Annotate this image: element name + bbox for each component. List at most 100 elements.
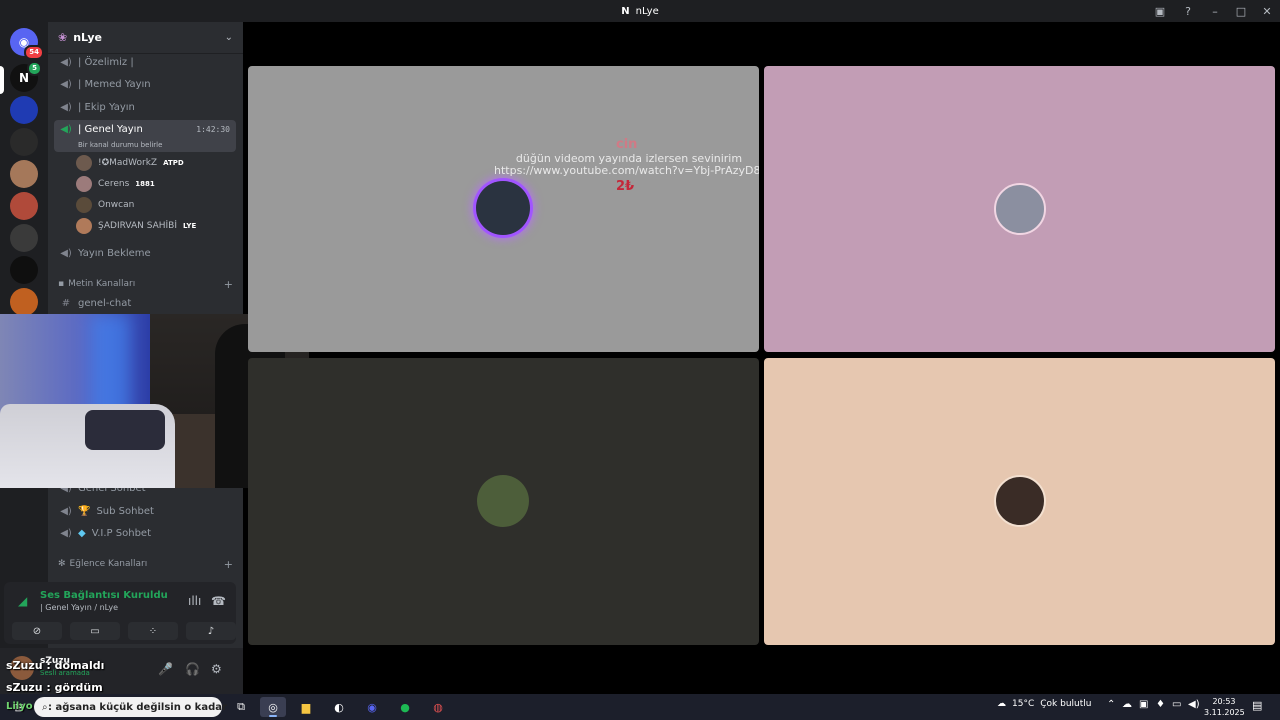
- voice-user[interactable]: Onwcan: [76, 195, 134, 215]
- active-server-pill: [0, 66, 4, 94]
- notification-icon[interactable]: ▤: [1252, 699, 1262, 712]
- channel-yayin-bekleme[interactable]: ◀) Yayın Bekleme: [54, 243, 236, 263]
- speaker-icon: ◀): [60, 123, 72, 135]
- diamond-icon: ◆: [78, 527, 86, 539]
- volume-icon[interactable]: ◀): [1188, 699, 1200, 710]
- disconnect-icon[interactable]: ☎: [211, 594, 226, 608]
- server-icon[interactable]: [10, 224, 38, 252]
- screen-share-button[interactable]: ▭: [70, 622, 120, 640]
- server-icon[interactable]: [10, 192, 38, 220]
- voice-user[interactable]: ŞADIRVAN SAHİBİ LYE: [76, 216, 196, 236]
- channel-label: genel-chat: [78, 297, 132, 309]
- app-logo-icon: N: [621, 5, 630, 17]
- add-channel-icon[interactable]: +: [224, 278, 233, 291]
- activities-button[interactable]: ⁘: [128, 622, 178, 640]
- signal-icon[interactable]: ◢: [18, 594, 27, 608]
- voice-user-name: ŞADIRVAN SAHİBİ: [98, 221, 178, 231]
- avatar: [76, 218, 92, 234]
- help-icon[interactable]: ?: [1174, 0, 1202, 22]
- channel-label: | Ekip Yayın: [78, 101, 135, 113]
- home-discord-icon[interactable]: ◉ 54: [10, 28, 44, 60]
- server-icon[interactable]: [10, 256, 38, 284]
- channel-memed-yayin[interactable]: ◀) | Memed Yayın: [54, 74, 236, 94]
- webcam-pillow: [85, 410, 165, 450]
- channel-label: | Özelimiz |: [78, 56, 134, 68]
- voice-user[interactable]: Cerens 1881: [76, 174, 155, 194]
- speaker-icon: ◀): [60, 78, 72, 90]
- server-icon[interactable]: [10, 288, 38, 316]
- cloud-sync-icon[interactable]: ☁: [1122, 699, 1132, 710]
- guild-header[interactable]: ❀ nLye ⌄: [48, 22, 243, 54]
- server-icon[interactable]: [10, 160, 38, 188]
- file-explorer-icon[interactable]: ▆: [293, 697, 319, 717]
- clock-date: 3.11.2025: [1204, 708, 1245, 717]
- window-title-text: nLye: [635, 5, 659, 17]
- voice-user-name: Onwcan: [98, 200, 135, 210]
- inbox-icon[interactable]: ▣: [1146, 0, 1174, 22]
- speaking-avatar[interactable]: [476, 181, 530, 235]
- hash-icon: #: [61, 297, 71, 309]
- spotify-icon[interactable]: ●: [392, 697, 418, 717]
- chat-message: Lilyo: [6, 701, 33, 712]
- speaker-icon: ◀): [60, 56, 72, 68]
- mic-tray-icon[interactable]: ♦: [1156, 699, 1165, 710]
- donation-user: cin: [616, 137, 638, 152]
- channel-ekip-yayin[interactable]: ◀) | Ekip Yayın: [54, 97, 236, 117]
- minimize-button[interactable]: –: [1202, 0, 1228, 22]
- chrome-icon[interactable]: ◎: [260, 697, 286, 717]
- server-icon[interactable]: [10, 96, 38, 124]
- close-button[interactable]: ✕: [1254, 0, 1280, 22]
- channel-genel-chat[interactable]: # genel-chat: [54, 293, 236, 313]
- obs-icon[interactable]: ◍: [425, 697, 451, 717]
- network-icon[interactable]: ▭: [1172, 699, 1181, 710]
- channel-label: | Memed Yayın: [78, 78, 151, 90]
- app-icon[interactable]: ◐: [326, 697, 352, 717]
- tray-app-icon[interactable]: ▣: [1139, 699, 1148, 710]
- voice-user-name: !✪MadWorkZ: [98, 158, 158, 168]
- chat-message: sZuzu : gördüm: [6, 681, 103, 694]
- channel-ozelimiz[interactable]: ◀) | Özelimiz |: [54, 52, 236, 72]
- category-eglence-kanallari[interactable]: ✻ Eğlence Kanalları +: [58, 556, 233, 572]
- server-icon[interactable]: [10, 128, 38, 156]
- channel-genel-yayin[interactable]: ◀) | Genel Yayın 1:42:30 Bir kanal durum…: [54, 120, 236, 152]
- user-tag: 1881: [135, 180, 155, 188]
- task-view-icon[interactable]: ⧉: [228, 697, 254, 717]
- voice-user[interactable]: !✪MadWorkZ ATPD: [76, 153, 184, 173]
- weather-temp: 15°C: [1012, 699, 1035, 709]
- active-server-badge: 5: [27, 61, 42, 76]
- guild-name: nLye: [73, 31, 102, 44]
- chat-bubble-icon: ▪: [58, 279, 65, 289]
- avatar[interactable]: [994, 475, 1046, 527]
- chevron-up-icon[interactable]: ⌃: [1107, 699, 1115, 710]
- gear-icon[interactable]: ⚙: [211, 662, 222, 676]
- soundboard-button[interactable]: ♪: [186, 622, 236, 640]
- channel-sub-sohbet[interactable]: ◀) 🏆 Sub Sohbet: [54, 501, 236, 521]
- category-metin-kanallari[interactable]: ▪ Metin Kanalları +: [58, 276, 233, 292]
- weather-widget[interactable]: ☁ 15°C Çok bulutlu: [997, 699, 1091, 709]
- user-tag: ATPD: [163, 159, 184, 167]
- avatar: [76, 176, 92, 192]
- add-channel-icon[interactable]: +: [224, 558, 233, 571]
- camera-off-button[interactable]: ⊘: [12, 622, 62, 640]
- trophy-icon: 🏆: [78, 505, 91, 517]
- avatar[interactable]: [994, 183, 1046, 235]
- channel-label: Yayın Bekleme: [78, 247, 151, 259]
- discord-icon[interactable]: ◉: [359, 697, 385, 717]
- cloud-icon: ☁: [997, 699, 1006, 709]
- channel-vip-sohbet[interactable]: ◀) ◆ V.I.P Sohbet: [54, 523, 236, 543]
- window-title: N nLye: [621, 6, 658, 17]
- voice-channel-path[interactable]: | Genel Yayın / nLye: [40, 603, 118, 612]
- avatar[interactable]: [477, 475, 529, 527]
- star-icon: ✻: [58, 559, 66, 569]
- channel-label: Sub Sohbet: [96, 505, 154, 517]
- noise-suppression-icon[interactable]: ıllı: [188, 594, 201, 608]
- microphone-icon[interactable]: 🎤: [158, 662, 173, 676]
- channel-status-hint[interactable]: Bir kanal durumu belirle: [60, 141, 162, 149]
- headphones-icon[interactable]: 🎧: [185, 662, 200, 676]
- clock[interactable]: 20:53 3.11.2025: [1204, 696, 1245, 718]
- call-duration: 1:42:30: [196, 124, 230, 134]
- chat-username: Lilyo: [6, 701, 33, 712]
- maximize-button[interactable]: □: [1228, 0, 1254, 22]
- server-nlye-icon[interactable]: N5: [10, 61, 42, 92]
- voice-status-label[interactable]: Ses Bağlantısı Kuruldu: [40, 590, 168, 601]
